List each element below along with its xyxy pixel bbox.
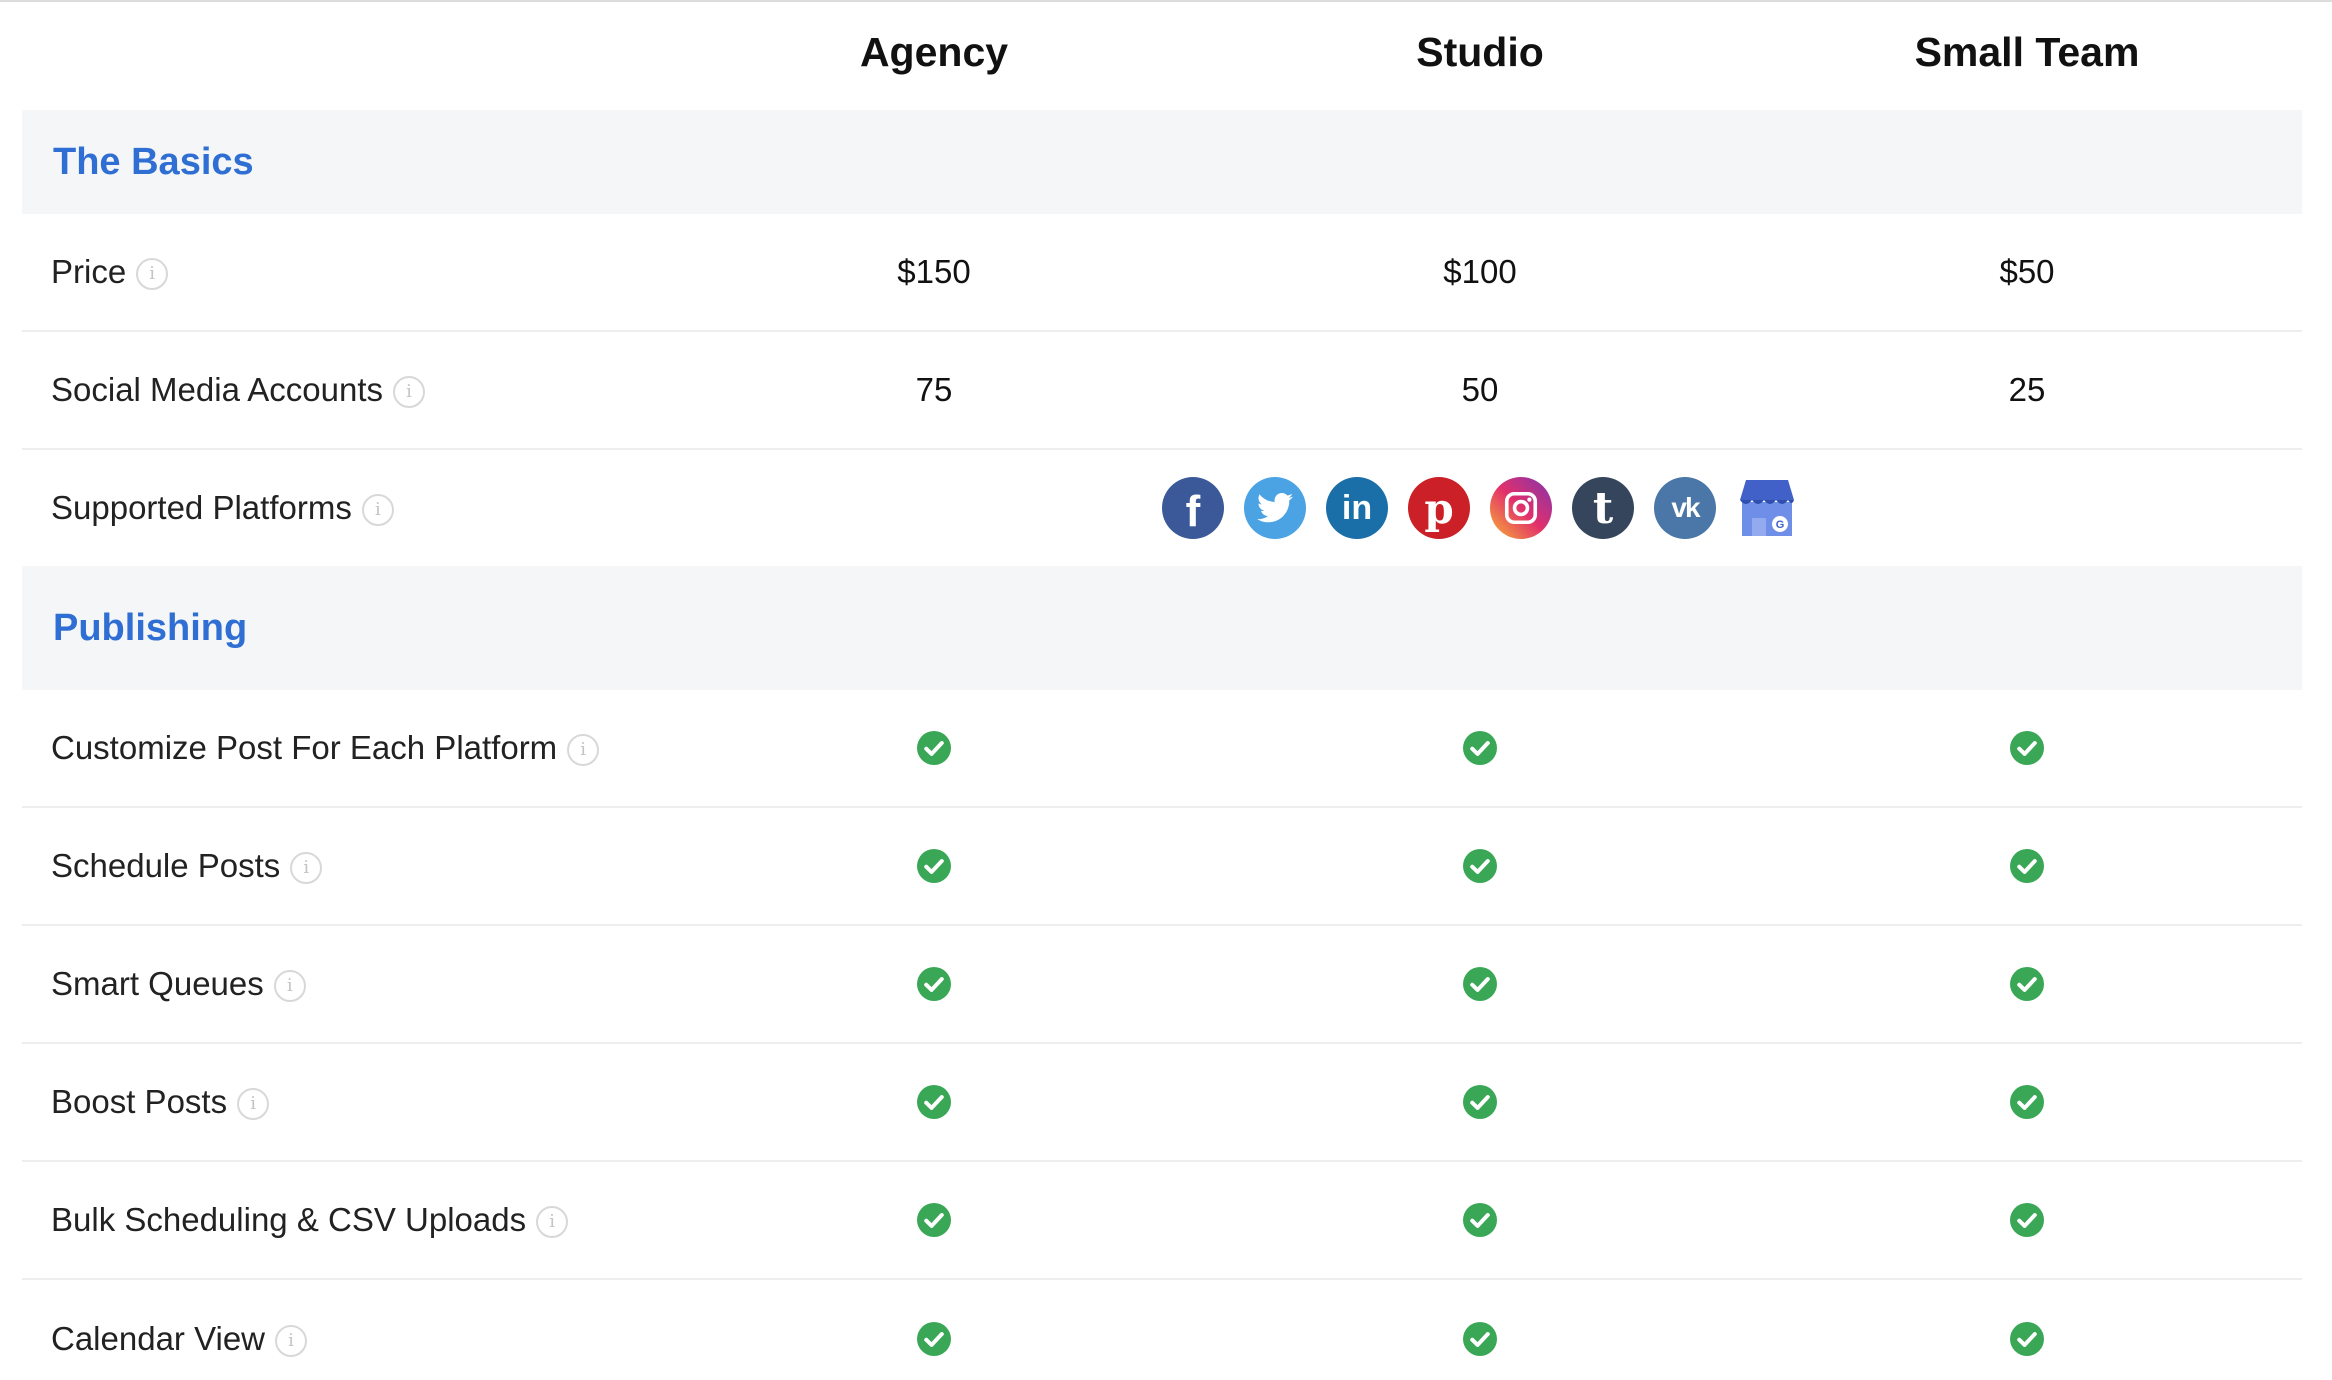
feature-label: Social Media Accounts bbox=[51, 371, 384, 408]
cell-studio bbox=[1280, 690, 1680, 806]
cell-small-team bbox=[1827, 808, 2227, 924]
cell-small-team: $50 bbox=[1999, 253, 2055, 290]
section-title: Publishing bbox=[53, 607, 248, 649]
platform-icons: f in p t vk G bbox=[1162, 450, 1798, 566]
cell-agency: $150 bbox=[897, 253, 971, 290]
cell-agency bbox=[734, 690, 1134, 806]
table-row-calendar-view: Calendar View i bbox=[22, 1280, 2302, 1380]
cell-small-team bbox=[1827, 1280, 2227, 1380]
table-row-schedule-posts: Schedule Posts i bbox=[22, 808, 2302, 926]
feature-label: Customize Post For Each Platform bbox=[51, 729, 558, 766]
check-icon bbox=[1463, 1322, 1497, 1356]
info-icon[interactable]: i bbox=[136, 258, 169, 290]
feature-label: Calendar View bbox=[51, 1320, 266, 1357]
feature-label: Schedule Posts bbox=[51, 847, 281, 884]
cell-studio: $100 bbox=[1443, 253, 1517, 290]
plan-name-studio: Studio bbox=[1416, 29, 1544, 75]
check-icon bbox=[1463, 967, 1497, 1001]
cell-small-team bbox=[1827, 926, 2227, 1042]
plan-header-row: Agency Studio Small Team bbox=[0, 2, 2332, 110]
table-row-social-media-accounts: Social Media Accounts i 75 50 25 bbox=[22, 332, 2302, 450]
check-icon bbox=[1463, 1085, 1497, 1119]
info-icon[interactable]: i bbox=[567, 734, 600, 766]
cell-small-team bbox=[1827, 1044, 2227, 1160]
check-icon bbox=[1463, 849, 1497, 883]
svg-text:G: G bbox=[1776, 519, 1785, 531]
info-icon[interactable]: i bbox=[290, 852, 323, 884]
check-icon bbox=[2010, 1322, 2044, 1356]
facebook-icon: f bbox=[1162, 477, 1224, 539]
check-icon bbox=[2010, 731, 2044, 765]
tumblr-icon: t bbox=[1572, 477, 1634, 539]
cell-studio bbox=[1280, 1280, 1680, 1380]
check-icon bbox=[917, 1322, 951, 1356]
vk-icon: vk bbox=[1654, 477, 1716, 539]
feature-label: Smart Queues bbox=[51, 965, 264, 1002]
cell-small-team: 25 bbox=[2008, 371, 2046, 408]
cell-agency bbox=[734, 1044, 1134, 1160]
check-icon bbox=[2010, 967, 2044, 1001]
check-icon bbox=[917, 1203, 951, 1237]
table-row-boost-posts: Boost Posts i bbox=[22, 1044, 2302, 1162]
cell-agency bbox=[734, 926, 1134, 1042]
google-my-business-icon: G bbox=[1736, 477, 1798, 539]
cell-studio bbox=[1280, 1162, 1680, 1278]
cell-agency bbox=[734, 1162, 1134, 1278]
check-icon bbox=[917, 967, 951, 1001]
twitter-icon bbox=[1244, 477, 1306, 539]
table-row-bulk-scheduling: Bulk Scheduling & CSV Uploads i bbox=[22, 1162, 2302, 1280]
cell-small-team bbox=[1827, 1162, 2227, 1278]
table-row-customize-post: Customize Post For Each Platform i bbox=[22, 690, 2302, 808]
check-icon bbox=[2010, 1085, 2044, 1119]
plan-name-small-team: Small Team bbox=[1914, 29, 2140, 75]
check-icon bbox=[1463, 731, 1497, 765]
check-icon bbox=[2010, 1203, 2044, 1237]
check-icon bbox=[917, 731, 951, 765]
info-icon[interactable]: i bbox=[361, 494, 394, 526]
table-row-smart-queues: Smart Queues i bbox=[22, 926, 2302, 1044]
info-icon[interactable]: i bbox=[275, 1325, 308, 1357]
pinterest-icon: p bbox=[1408, 477, 1470, 539]
cell-agency bbox=[734, 808, 1134, 924]
check-icon bbox=[917, 1085, 951, 1119]
cell-small-team bbox=[1827, 690, 2227, 806]
info-icon[interactable]: i bbox=[237, 1088, 270, 1120]
check-icon bbox=[1463, 1203, 1497, 1237]
table-row-price: Price i $150 $100 $50 bbox=[22, 214, 2302, 332]
feature-label: Price bbox=[51, 253, 127, 290]
instagram-icon bbox=[1490, 477, 1552, 539]
info-icon[interactable]: i bbox=[536, 1206, 569, 1238]
feature-label: Boost Posts bbox=[51, 1083, 228, 1120]
section-title: The Basics bbox=[53, 141, 254, 183]
check-icon bbox=[917, 849, 951, 883]
cell-studio bbox=[1280, 1044, 1680, 1160]
cell-agency bbox=[734, 1280, 1134, 1380]
section-header-publishing: Publishing bbox=[22, 566, 2302, 690]
plan-name-agency: Agency bbox=[859, 29, 1009, 75]
info-icon[interactable]: i bbox=[393, 376, 426, 408]
cell-studio bbox=[1280, 926, 1680, 1042]
section-header-the-basics: The Basics bbox=[22, 110, 2302, 214]
table-row-supported-platforms: Supported Platforms i f in p t vk G bbox=[22, 450, 2302, 566]
cell-studio: 50 bbox=[1461, 371, 1499, 408]
linkedin-icon: in bbox=[1326, 477, 1388, 539]
pricing-comparison-table: The Basics Price i $150 $100 $50 Social … bbox=[22, 110, 2302, 1380]
info-icon[interactable]: i bbox=[273, 970, 306, 1002]
check-icon bbox=[2010, 849, 2044, 883]
cell-studio bbox=[1280, 808, 1680, 924]
feature-label: Bulk Scheduling & CSV Uploads bbox=[51, 1201, 527, 1238]
feature-label: Supported Platforms bbox=[51, 489, 352, 526]
cell-agency: 75 bbox=[915, 371, 953, 408]
